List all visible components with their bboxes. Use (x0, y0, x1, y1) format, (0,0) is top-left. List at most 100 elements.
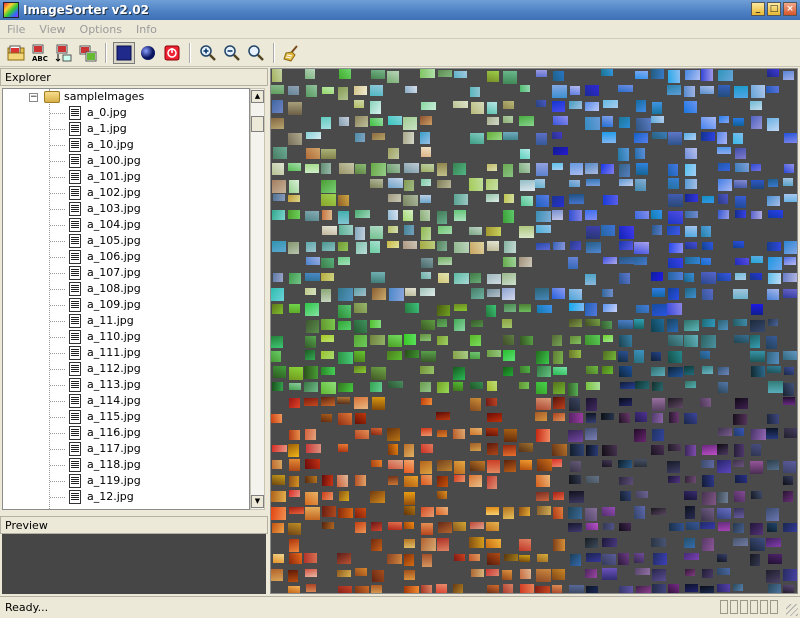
image-thumbnail[interactable] (503, 132, 519, 141)
image-thumbnail[interactable] (766, 460, 779, 471)
image-thumbnail[interactable] (503, 256, 517, 267)
image-thumbnail[interactable] (338, 288, 354, 302)
file-node[interactable]: a_10.jpg (69, 137, 134, 153)
image-thumbnail[interactable] (487, 443, 499, 456)
image-thumbnail[interactable] (453, 194, 468, 205)
image-thumbnail[interactable] (287, 195, 300, 203)
image-thumbnail[interactable] (568, 289, 582, 300)
image-thumbnail[interactable] (305, 349, 316, 360)
scroll-up-button[interactable]: ▲ (251, 90, 264, 103)
image-thumbnail[interactable] (634, 70, 648, 79)
image-thumbnail[interactable] (355, 241, 367, 254)
image-thumbnail[interactable] (552, 241, 565, 250)
image-thumbnail[interactable] (718, 428, 733, 437)
image-thumbnail[interactable] (783, 272, 797, 282)
image-thumbnail[interactable] (667, 460, 681, 473)
image-thumbnail[interactable] (535, 242, 550, 250)
image-thumbnail[interactable] (684, 537, 696, 548)
image-thumbnail[interactable] (371, 367, 386, 381)
menu-options[interactable]: Options (73, 23, 129, 36)
image-thumbnail[interactable] (289, 476, 300, 488)
image-thumbnail[interactable] (487, 412, 503, 422)
file-node[interactable]: a_109.jpg (69, 297, 141, 313)
image-thumbnail[interactable] (273, 553, 284, 563)
image-thumbnail[interactable] (453, 319, 465, 332)
image-thumbnail[interactable] (271, 287, 285, 301)
image-thumbnail[interactable] (419, 69, 435, 79)
image-thumbnail[interactable] (387, 70, 399, 83)
file-tree[interactable]: − sampleImages a_0.jpg a_1.jpg a_10.jpg a_1… (2, 88, 250, 510)
image-thumbnail[interactable] (386, 350, 402, 360)
image-thumbnail[interactable] (683, 273, 694, 283)
image-thumbnail[interactable] (700, 69, 713, 82)
image-thumbnail[interactable] (436, 304, 450, 316)
image-thumbnail[interactable] (503, 445, 516, 456)
image-thumbnail[interactable] (338, 86, 349, 100)
image-thumbnail[interactable] (700, 226, 711, 238)
file-node[interactable]: a_113.jpg (69, 377, 141, 393)
image-thumbnail[interactable] (619, 225, 635, 239)
image-thumbnail[interactable] (783, 428, 797, 439)
image-thumbnail[interactable] (454, 70, 468, 78)
image-thumbnail[interactable] (305, 288, 316, 296)
image-thumbnail[interactable] (519, 554, 530, 562)
image-thumbnail[interactable] (585, 381, 600, 390)
image-thumbnail[interactable] (701, 507, 715, 521)
image-thumbnail[interactable] (471, 101, 484, 114)
image-thumbnail[interactable] (273, 194, 285, 202)
image-thumbnail[interactable] (635, 162, 648, 175)
image-thumbnail[interactable] (733, 288, 749, 299)
image-thumbnail[interactable] (783, 382, 795, 396)
image-thumbnail[interactable] (535, 225, 551, 234)
image-thumbnail[interactable] (668, 211, 684, 225)
image-thumbnail[interactable] (716, 459, 731, 473)
image-thumbnail[interactable] (584, 335, 600, 346)
zoom-out-button[interactable] (221, 42, 243, 64)
image-thumbnail[interactable] (585, 163, 599, 174)
image-thumbnail[interactable] (453, 350, 469, 359)
image-thumbnail[interactable] (602, 132, 617, 144)
image-thumbnail[interactable] (535, 287, 550, 300)
image-thumbnail[interactable] (469, 351, 480, 359)
image-thumbnail[interactable] (667, 163, 678, 176)
image-thumbnail[interactable] (453, 303, 467, 311)
image-thumbnail[interactable] (420, 210, 431, 221)
image-thumbnail[interactable] (288, 101, 303, 115)
image-thumbnail[interactable] (502, 569, 513, 580)
image-thumbnail[interactable] (535, 162, 548, 176)
image-thumbnail[interactable] (271, 180, 286, 193)
image-thumbnail[interactable] (503, 334, 515, 345)
image-thumbnail[interactable] (436, 476, 448, 488)
image-thumbnail[interactable] (271, 569, 284, 582)
image-thumbnail[interactable] (619, 164, 630, 178)
image-thumbnail[interactable] (420, 287, 436, 296)
image-thumbnail[interactable] (387, 147, 399, 159)
image-thumbnail[interactable] (553, 70, 565, 81)
image-thumbnail[interactable] (684, 241, 697, 249)
sphere-layout-button[interactable] (137, 42, 159, 64)
image-thumbnail[interactable] (421, 506, 435, 517)
image-thumbnail[interactable] (321, 414, 332, 423)
image-thumbnail[interactable] (552, 335, 563, 347)
image-thumbnail[interactable] (305, 506, 320, 520)
image-thumbnail[interactable] (536, 70, 548, 78)
image-thumbnail[interactable] (750, 101, 762, 111)
image-thumbnail[interactable] (603, 100, 618, 109)
image-thumbnail[interactable] (535, 211, 551, 223)
image-thumbnail[interactable] (733, 241, 745, 249)
image-thumbnail[interactable] (469, 86, 480, 97)
image-thumbnail[interactable] (667, 272, 683, 281)
image-thumbnail[interactable] (602, 351, 616, 361)
image-thumbnail[interactable] (420, 475, 432, 486)
image-thumbnail[interactable] (766, 69, 779, 77)
image-thumbnail[interactable] (536, 459, 552, 472)
image-thumbnail[interactable] (733, 85, 748, 98)
image-thumbnail[interactable] (569, 209, 583, 221)
image-thumbnail[interactable] (733, 459, 745, 467)
image-thumbnail[interactable] (288, 132, 302, 145)
image-thumbnail[interactable] (569, 163, 583, 176)
image-thumbnail[interactable] (551, 210, 563, 221)
image-thumbnail[interactable] (387, 554, 402, 565)
image-thumbnail[interactable] (701, 241, 713, 250)
image-thumbnail[interactable] (668, 69, 681, 83)
